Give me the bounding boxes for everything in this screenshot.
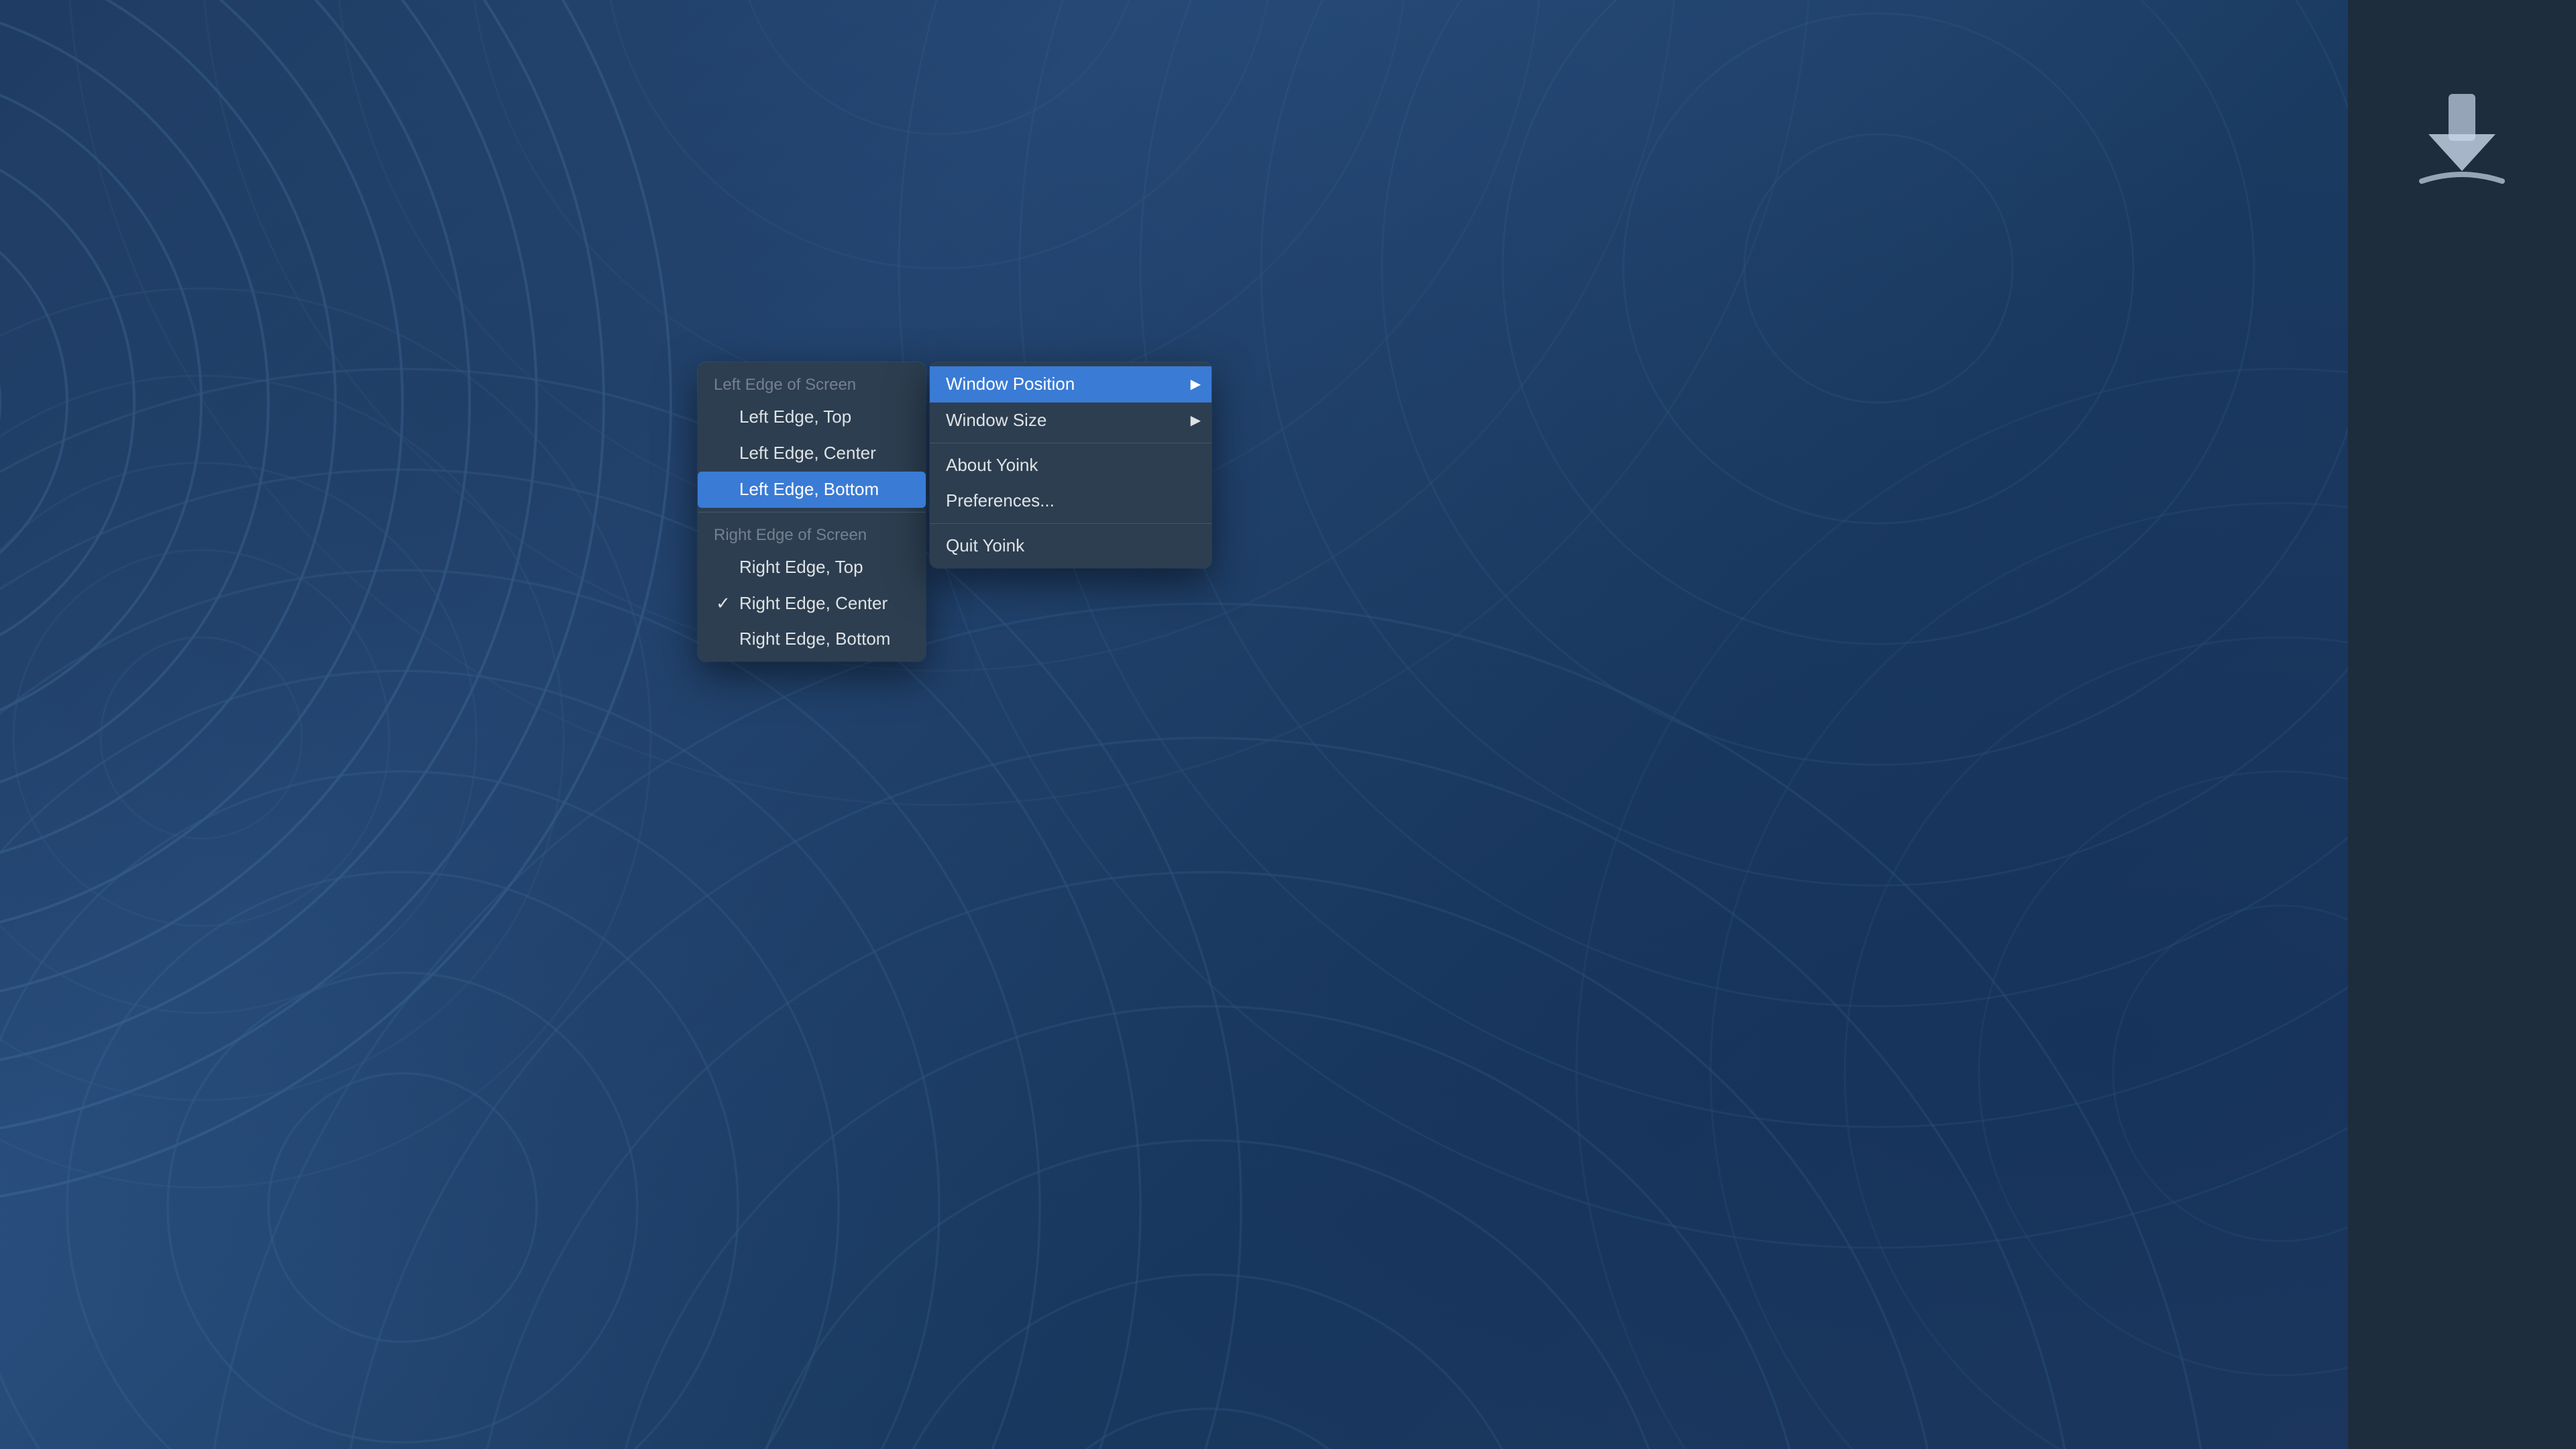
wave-pattern-svg	[0, 0, 2576, 1449]
about-yoink-item[interactable]: About Yoink	[930, 447, 1212, 484]
quit-yoink-item[interactable]: Quit Yoink	[930, 528, 1212, 564]
menu-separator-3	[930, 523, 1212, 524]
window-size-item[interactable]: Window Size	[930, 402, 1212, 439]
right-edge-top-item[interactable]: Right Edge, Top	[698, 549, 926, 586]
yoink-app-icon	[2408, 87, 2516, 195]
menu-container: Left Edge of Screen Left Edge, Top Left …	[698, 362, 1212, 661]
right-edge-center-item[interactable]: ✓ Right Edge, Center	[698, 586, 926, 622]
right-edge-bottom-item[interactable]: Right Edge, Bottom	[698, 621, 926, 657]
checkmark-icon: ✓	[714, 592, 733, 615]
right-edge-header: Right Edge of Screen	[698, 517, 926, 549]
left-edge-header: Left Edge of Screen	[698, 366, 926, 399]
window-position-item[interactable]: Window Position	[930, 366, 1212, 402]
window-position-submenu: Left Edge of Screen Left Edge, Top Left …	[698, 362, 926, 661]
left-edge-center-item[interactable]: Left Edge, Center	[698, 435, 926, 472]
preferences-item[interactable]: Preferences...	[930, 483, 1212, 519]
left-edge-top-item[interactable]: Left Edge, Top	[698, 399, 926, 435]
left-edge-bottom-item[interactable]: Left Edge, Bottom	[698, 472, 926, 508]
background	[0, 0, 2576, 1449]
right-panel	[2348, 0, 2576, 1449]
yoink-context-menu: Window Position Window Size About Yoink …	[930, 362, 1212, 568]
menu-separator-1	[698, 512, 926, 513]
